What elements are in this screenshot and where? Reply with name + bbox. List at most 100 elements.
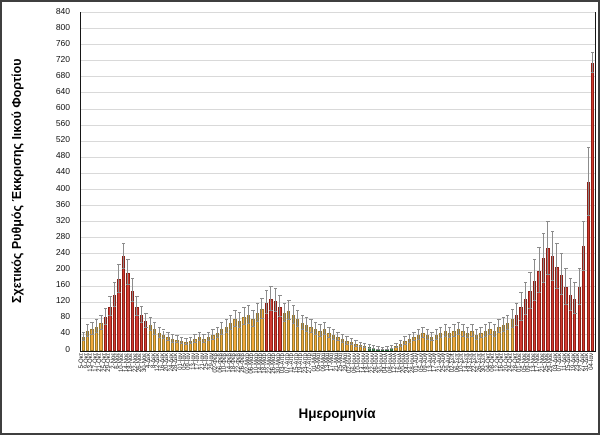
- error-bar-cap: [86, 324, 89, 325]
- error-bar: [284, 304, 285, 323]
- data-bar: [591, 63, 594, 351]
- error-bar-cap: [484, 324, 487, 325]
- y-tick-label: 400: [56, 184, 70, 193]
- error-bar: [525, 283, 526, 315]
- error-bar: [141, 307, 142, 323]
- error-bar-cap: [444, 324, 447, 325]
- y-tick-label: 800: [56, 23, 70, 32]
- error-bar: [565, 269, 566, 305]
- error-bar-cap: [135, 296, 138, 297]
- error-bar-cap: [126, 259, 129, 260]
- error-bar-cap: [332, 339, 335, 340]
- error-bar-cap: [166, 332, 169, 333]
- error-bar-cap: [519, 292, 522, 293]
- error-bar-cap: [122, 243, 125, 244]
- error-bar-cap: [551, 280, 554, 281]
- error-bar-cap: [189, 337, 192, 338]
- error-bar-cap: [207, 332, 210, 333]
- error-bar-cap: [493, 324, 496, 325]
- y-tick-label: 320: [56, 216, 70, 225]
- error-bar: [293, 306, 294, 324]
- bar-slot: [590, 13, 594, 351]
- error-bar-cap: [528, 272, 531, 273]
- error-bar-cap: [533, 300, 536, 301]
- error-bar-cap: [363, 347, 366, 348]
- error-bar-cap: [184, 338, 187, 339]
- error-bar-cap: [560, 253, 563, 254]
- error-bar-cap: [524, 282, 527, 283]
- error-bar-cap: [475, 339, 478, 340]
- error-bar-cap: [238, 312, 241, 313]
- error-bar-cap: [569, 278, 572, 279]
- error-bar-cap: [430, 340, 433, 341]
- error-bar-cap: [153, 334, 156, 335]
- error-bar-cap: [104, 324, 107, 325]
- y-tick-label: 280: [56, 232, 70, 241]
- error-bar-cap: [578, 268, 581, 269]
- y-tick-label: 360: [56, 200, 70, 209]
- error-bar-cap: [488, 322, 491, 323]
- error-bar-cap: [537, 247, 540, 248]
- error-bar-cap: [108, 296, 111, 297]
- error-bar-cap: [287, 300, 290, 301]
- error-bar: [583, 222, 584, 270]
- x-axis-tick-labels: 5-Οκτ9-Οκτ13-Οκτ17-Οκτ21-Οκτ25-Οκτ29-Οκτ…: [80, 353, 594, 397]
- error-bar-cap: [493, 336, 496, 337]
- error-bar-cap: [90, 322, 93, 323]
- error-bar-cap: [475, 329, 478, 330]
- y-axis-title: Σχετικός Ρυθμός Έκκρισης Ιικού Φορτίου: [8, 10, 26, 352]
- error-bar-cap: [251, 326, 254, 327]
- error-bar-cap: [376, 349, 379, 350]
- error-bar-cap: [193, 342, 196, 343]
- error-bar-cap: [551, 231, 554, 232]
- error-bar-cap: [296, 310, 299, 311]
- error-bar-cap: [488, 334, 491, 335]
- error-bar-cap: [220, 334, 223, 335]
- error-bar-cap: [368, 344, 371, 345]
- error-bar-cap: [180, 343, 183, 344]
- error-bar-cap: [162, 338, 165, 339]
- error-bar-cap: [117, 292, 120, 293]
- y-axis-tick-labels: 0408012016020024028032036040044048052056…: [42, 12, 76, 350]
- error-bar: [588, 148, 589, 216]
- error-bar-cap: [126, 284, 129, 285]
- error-bar-cap: [452, 324, 455, 325]
- error-bar-cap: [309, 319, 312, 320]
- error-bar: [503, 318, 504, 332]
- error-bar-cap: [479, 337, 482, 338]
- error-bar: [101, 316, 102, 330]
- error-bar: [132, 279, 133, 302]
- plot-area: [80, 12, 596, 352]
- error-bar-cap: [144, 313, 147, 314]
- error-bar-cap: [247, 323, 250, 324]
- error-bar-cap: [452, 336, 455, 337]
- error-bar: [266, 291, 267, 314]
- error-bar-cap: [225, 319, 228, 320]
- error-bar-cap: [345, 336, 348, 337]
- error-bar-cap: [198, 332, 201, 333]
- error-bar-cap: [265, 290, 268, 291]
- error-bar-cap: [296, 326, 299, 327]
- x-tick-slot: 04-Ιαν: [589, 353, 593, 397]
- error-bar-cap: [256, 321, 259, 322]
- error-bar: [235, 311, 236, 327]
- error-bar-cap: [104, 308, 107, 309]
- error-bar-cap: [564, 268, 567, 269]
- error-bar-cap: [238, 327, 241, 328]
- error-bar-cap: [305, 331, 308, 332]
- bar-series: [81, 13, 595, 351]
- error-bar-cap: [515, 325, 518, 326]
- error-bar-cap: [591, 72, 594, 73]
- error-bar-cap: [426, 339, 429, 340]
- error-bar: [261, 299, 262, 319]
- error-bar-cap: [269, 310, 272, 311]
- y-tick-label: 760: [56, 39, 70, 48]
- x-axis-title: Ημερομηνία: [80, 406, 594, 421]
- error-bar-cap: [542, 233, 545, 234]
- y-tick-label: 200: [56, 264, 70, 273]
- error-bar-cap: [314, 334, 317, 335]
- error-bar-cap: [193, 334, 196, 335]
- error-bar-cap: [555, 243, 558, 244]
- error-bar-cap: [587, 147, 590, 148]
- error-bar-cap: [95, 332, 98, 333]
